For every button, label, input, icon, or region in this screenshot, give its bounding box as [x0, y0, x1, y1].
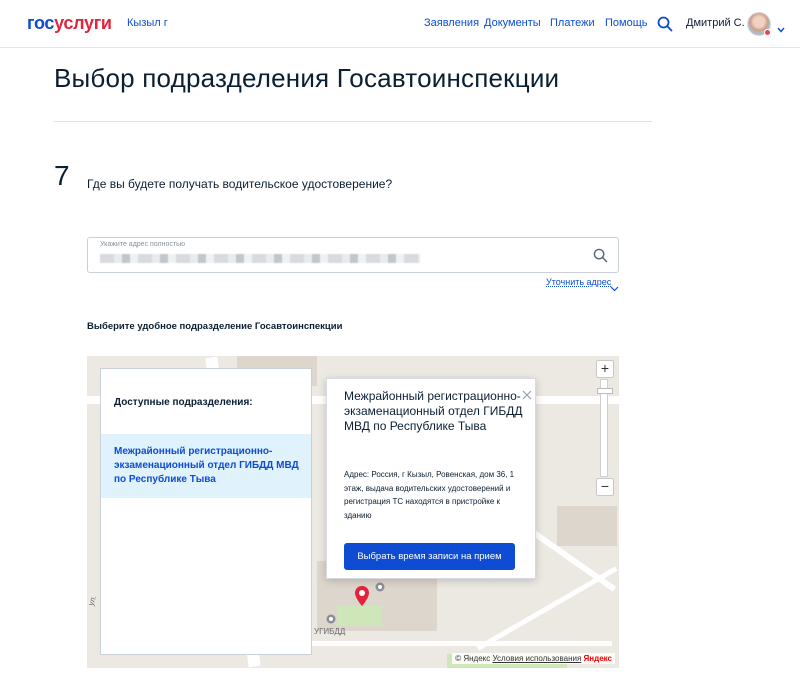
chevron-down-icon[interactable] — [777, 20, 785, 38]
departments-list-panel: Доступные подразделения: Межрайонный рег… — [100, 368, 312, 655]
top-header: госуслуги Кызыл г Заявления Документы Пл… — [0, 0, 800, 48]
list-item-label: Межрайонный регистрационно-экзаменационн… — [114, 446, 299, 485]
map-copyright: © Яндекс — [455, 654, 491, 663]
nav-help[interactable]: Помощь — [605, 17, 648, 29]
clarify-address-link[interactable]: Уточнить адрес — [546, 277, 611, 287]
zoom-in-button[interactable]: + — [596, 360, 614, 378]
address-value-blurred — [100, 254, 420, 263]
choose-department-label: Выберите удобное подразделение Госавтоин… — [87, 321, 343, 332]
yandex-logo: Яндекс — [583, 654, 612, 663]
notification-dot — [764, 29, 771, 36]
map-green-area — [337, 606, 382, 626]
popup-title: Межрайонный регистрационно-экзаменационн… — [344, 389, 523, 433]
map-street-label: ул. — [87, 593, 99, 608]
map-road — [312, 641, 612, 646]
list-item[interactable]: Межрайонный регистрационно-экзаменационн… — [101, 434, 311, 498]
map-attribution: © Яндекс Условия использования Яндекс — [452, 653, 615, 664]
map-poi-label: УГИБДД — [314, 627, 346, 636]
map-building — [557, 506, 617, 546]
choose-time-button[interactable]: Выбрать время записи на прием — [344, 543, 515, 570]
nav-payments[interactable]: Платежи — [550, 17, 595, 29]
search-icon[interactable] — [593, 248, 608, 268]
poi-icon — [375, 582, 385, 592]
address-input-label: Укажите адрес полностью — [100, 241, 185, 248]
divider — [54, 121, 652, 122]
nav-applications[interactable]: Заявления — [424, 17, 479, 29]
department-popup: Межрайонный регистрационно-экзаменационн… — [326, 378, 536, 579]
nav-documents[interactable]: Документы — [484, 17, 541, 29]
zoom-out-button[interactable]: − — [596, 478, 614, 496]
map-pin-icon[interactable] — [354, 585, 370, 607]
step-number: 7 — [54, 160, 70, 191]
address-input[interactable]: Укажите адрес полностью — [87, 237, 619, 273]
popup-address: Адрес: Россия, г Кызыл, Ровенская, дом 3… — [344, 470, 515, 520]
page-title: Выбор подразделения Госавтоинспекции — [54, 63, 560, 93]
poi-icon — [326, 614, 336, 624]
zoom-slider-handle[interactable] — [597, 388, 613, 394]
gosuslugi-logo[interactable]: госуслуги — [27, 13, 112, 34]
search-icon[interactable] — [657, 16, 673, 37]
chevron-down-icon[interactable] — [610, 279, 619, 297]
city-selector[interactable]: Кызыл г — [127, 17, 168, 29]
user-name[interactable]: Дмитрий С. — [686, 17, 745, 29]
list-title: Доступные подразделения: — [114, 397, 253, 408]
map-terms-link[interactable]: Условия использования — [493, 654, 582, 663]
step-question: Где вы будете получать водительское удос… — [87, 177, 393, 191]
